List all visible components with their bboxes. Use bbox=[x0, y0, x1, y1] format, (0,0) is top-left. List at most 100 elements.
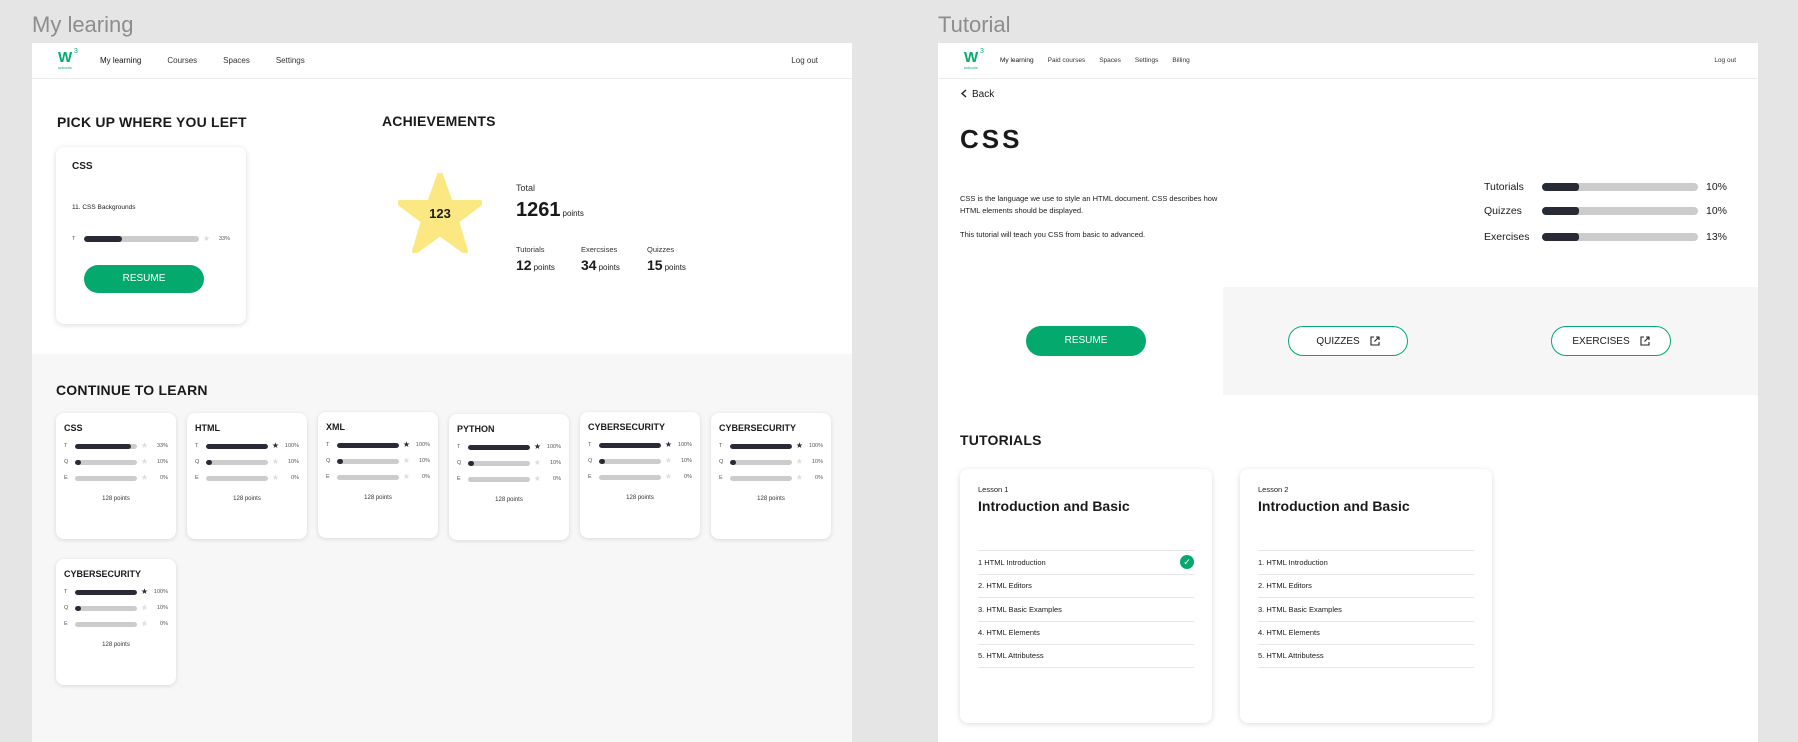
w3schools-logo[interactable]: W 3 schools bbox=[58, 48, 80, 72]
stat-value: 10% bbox=[1706, 181, 1728, 193]
progress-percent: 100% bbox=[808, 443, 823, 449]
w3schools-logo[interactable]: W 3 schools bbox=[964, 48, 986, 72]
course-card-title: CYBERSECURITY bbox=[588, 422, 666, 432]
lesson-topic[interactable]: 3. HTML Basic Examples bbox=[1258, 597, 1474, 621]
star-icon: ★ bbox=[271, 457, 279, 466]
progress-percent: 100% bbox=[546, 444, 561, 450]
progress-fill bbox=[1542, 207, 1580, 215]
course-progress-row: E ★ 0% bbox=[195, 474, 299, 482]
star-icon: ★ bbox=[140, 587, 148, 596]
course-card[interactable]: HTML T ★ 100% Q ★ 10% E ★ 0% 128 points bbox=[187, 413, 307, 539]
progress-percent: 100% bbox=[677, 442, 692, 448]
progress-fill bbox=[599, 458, 606, 464]
progress-label: E bbox=[195, 475, 199, 481]
course-card[interactable]: CYBERSECURITY T ★ 100% Q ★ 10% E ★ 0% 128 points bbox=[711, 413, 831, 539]
nav-spaces[interactable]: Spaces bbox=[223, 56, 250, 65]
progress-fill bbox=[337, 442, 399, 448]
topic-label: 3. HTML Basic Examples bbox=[1258, 604, 1342, 614]
total-value: 1261 bbox=[516, 199, 561, 221]
course-progress-bar bbox=[75, 621, 137, 627]
progress-fill bbox=[75, 589, 137, 595]
lesson-card-2[interactable]: Lesson 2 Introduction and Basic 1. HTML … bbox=[1240, 469, 1492, 723]
course-progress-bar bbox=[75, 475, 137, 481]
course-progress-bar bbox=[206, 459, 268, 465]
star-icon: ★ bbox=[533, 474, 541, 483]
lesson-topic[interactable]: 2. HTML Editors bbox=[1258, 573, 1474, 598]
pick-up-percent: 33% bbox=[218, 236, 230, 242]
progress-fill bbox=[468, 444, 530, 450]
course-card-title: CYBERSECURITY bbox=[719, 423, 797, 433]
top-nav: W 3 schools My learning Paid courses Space… bbox=[938, 43, 1758, 79]
progress-percent: 100% bbox=[153, 589, 168, 595]
frame-title-my-learning: My learing bbox=[32, 12, 134, 37]
progress-percent: 0% bbox=[291, 475, 299, 481]
achievements-heading: ACHIEVEMENTS bbox=[382, 113, 496, 129]
progress-percent: 10% bbox=[811, 459, 823, 465]
progress-fill bbox=[75, 605, 82, 611]
check-icon: ✓ bbox=[1180, 555, 1194, 570]
progress-fill bbox=[83, 236, 122, 242]
course-progress-row: Q ★ 10% bbox=[195, 458, 299, 466]
progress-label: E bbox=[64, 621, 68, 627]
resume-button[interactable]: RESUME bbox=[84, 265, 204, 293]
external-link-icon bbox=[1370, 336, 1380, 346]
nav-my-learning[interactable]: My learning bbox=[1000, 57, 1034, 64]
topic-label: 4. HTML Elements bbox=[978, 628, 1040, 638]
course-card[interactable]: XML T ★ 100% Q ★ 10% E ★ 0% 128 points bbox=[318, 412, 438, 538]
course-progress-row: E ★ 0% bbox=[326, 473, 430, 481]
progress-fill bbox=[206, 443, 268, 449]
course-points: 128 points bbox=[364, 495, 392, 501]
lesson-number: Lesson 1 bbox=[978, 485, 1009, 494]
nav-settings[interactable]: Settings bbox=[276, 56, 305, 65]
course-card[interactable]: PYTHON T ★ 100% Q ★ 10% E ★ 0% 128 points bbox=[449, 414, 569, 540]
progress-label: Q bbox=[588, 458, 593, 464]
course-progress-row: Q ★ 10% bbox=[64, 458, 168, 466]
exercises-points: 34 points bbox=[581, 257, 620, 273]
course-card[interactable]: CYBERSECURITY T ★ 100% Q ★ 10% E ★ 0% 128 points bbox=[580, 412, 700, 538]
exercises-label: Exercsises bbox=[581, 245, 618, 254]
progress-label: E bbox=[719, 475, 723, 481]
lesson-topic[interactable]: 4. HTML Elements bbox=[1258, 620, 1474, 645]
lesson-topic[interactable]: 5. HTML Attributess bbox=[1258, 644, 1474, 668]
progress-label: T bbox=[64, 443, 68, 449]
quizzes-button[interactable]: QUIZZES bbox=[1288, 326, 1408, 356]
nav-settings[interactable]: Settings bbox=[1135, 57, 1159, 64]
star-icon: ★ bbox=[140, 603, 148, 612]
lesson-topic[interactable]: 5. HTML Attributess bbox=[978, 644, 1194, 668]
lesson-topic[interactable]: 4. HTML Elements bbox=[978, 620, 1194, 645]
resume-button[interactable]: RESUME bbox=[1026, 326, 1146, 356]
course-card[interactable]: CYBERSECURITY T ★ 100% Q ★ 10% E ★ 0% 128 points bbox=[56, 559, 176, 685]
pick-up-card[interactable]: CSS 11. CSS Backgrounds T ★ 33% RESUME bbox=[56, 147, 246, 324]
lesson-topic[interactable]: 1 HTML Introduction ✓ bbox=[978, 550, 1194, 574]
course-progress-bar bbox=[468, 460, 530, 466]
progress-percent: 0% bbox=[815, 475, 823, 481]
course-progress-bar bbox=[75, 459, 137, 465]
back-link[interactable]: Back bbox=[960, 89, 994, 100]
nav-paid-courses[interactable]: Paid courses bbox=[1048, 57, 1086, 64]
nav-my-learning[interactable]: My learning bbox=[100, 56, 141, 65]
course-progress-row: T ★ 100% bbox=[457, 443, 561, 451]
progress-percent: 0% bbox=[422, 474, 430, 480]
star-icon: ★ bbox=[402, 472, 410, 481]
lesson-topic[interactable]: 1. HTML Introduction bbox=[1258, 550, 1474, 574]
points-unit: points bbox=[562, 209, 584, 218]
course-progress-row: E ★ 0% bbox=[64, 474, 168, 482]
logout-link[interactable]: Log out bbox=[791, 56, 818, 65]
lesson-topic[interactable]: 3. HTML Basic Examples bbox=[978, 597, 1194, 621]
nav-courses[interactable]: Courses bbox=[167, 56, 197, 65]
course-progress-bar bbox=[206, 475, 268, 481]
course-points: 128 points bbox=[626, 495, 654, 501]
tutorials-value: 12 bbox=[516, 257, 532, 273]
logout-link[interactable]: Log out bbox=[1714, 57, 1736, 64]
nav-billing[interactable]: Billing bbox=[1172, 57, 1189, 64]
lesson-topic[interactable]: 2. HTML Editors bbox=[978, 573, 1194, 598]
exercises-button[interactable]: EXERCISES bbox=[1551, 326, 1671, 356]
progress-label: E bbox=[64, 475, 68, 481]
course-progress-row: T ★ 33% bbox=[64, 442, 168, 450]
lesson-card-1[interactable]: Lesson 1 Introduction and Basic 1 HTML I… bbox=[960, 469, 1212, 723]
progress-label: Q bbox=[64, 605, 69, 611]
nav-spaces[interactable]: Spaces bbox=[1099, 57, 1121, 64]
course-card[interactable]: CSS T ★ 33% Q ★ 10% E ★ 0% 128 points bbox=[56, 413, 176, 539]
course-progress-bar bbox=[730, 475, 792, 481]
progress-label: Q bbox=[719, 459, 724, 465]
